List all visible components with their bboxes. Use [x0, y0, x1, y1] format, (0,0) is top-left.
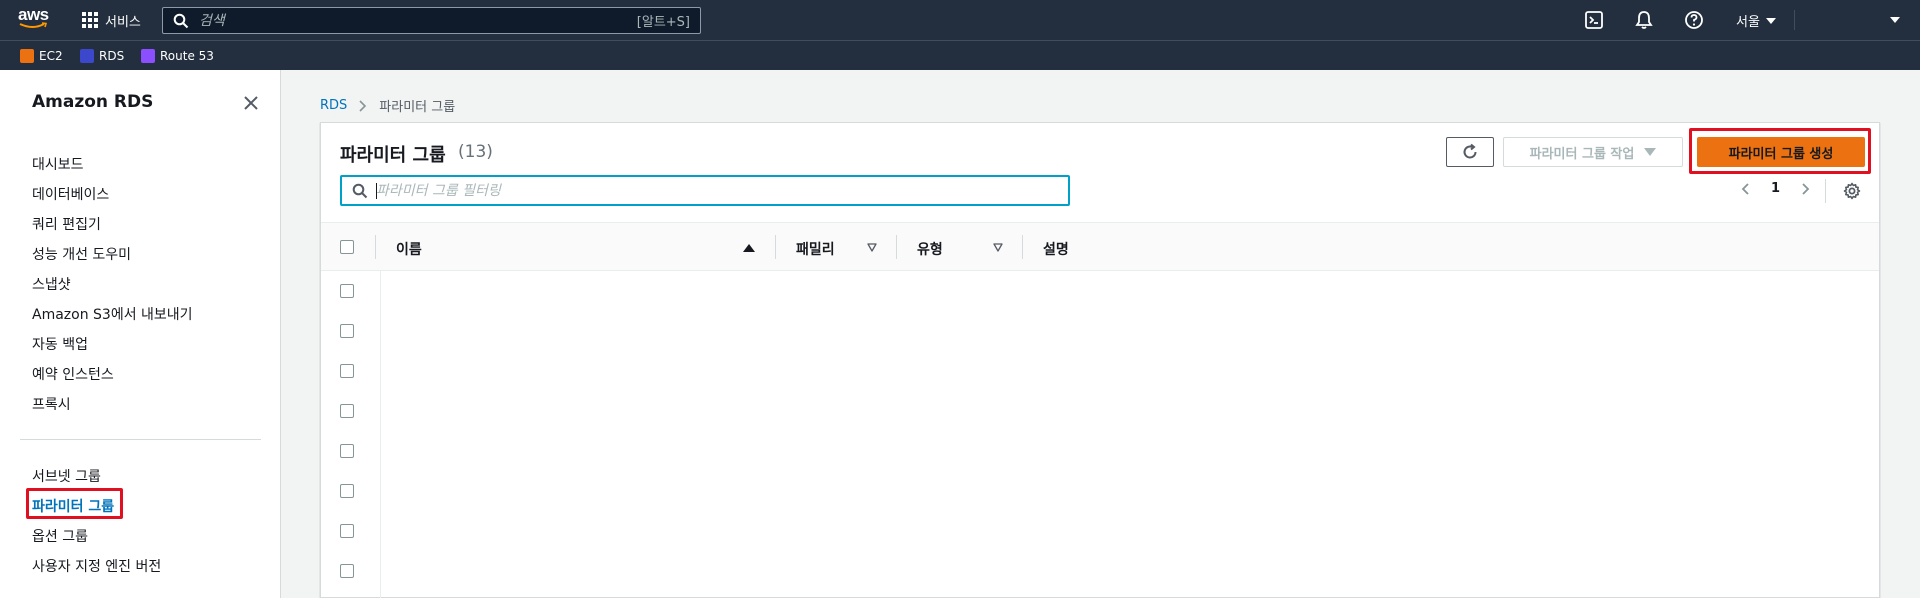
search-icon	[173, 13, 189, 28]
sort-descending-icon[interactable]	[867, 243, 877, 252]
sidebar-divider	[20, 439, 261, 440]
sort-ascending-icon[interactable]	[743, 244, 755, 252]
sidebar-item-dashboard[interactable]: 대시보드	[32, 154, 84, 174]
favorite-ec2[interactable]: EC2	[20, 49, 63, 63]
breadcrumb: RDS 파라미터 그룹	[320, 96, 455, 115]
search-shortcut-hint: [알트+S]	[636, 15, 690, 30]
help-icon[interactable]	[1684, 10, 1704, 30]
sidebar-item-exports-s3[interactable]: Amazon S3에서 내보내기	[32, 304, 193, 324]
route53-service-icon	[141, 49, 155, 63]
rds-service-icon	[80, 49, 94, 63]
panel-count: (13)	[458, 142, 493, 162]
refresh-button[interactable]	[1446, 137, 1494, 167]
row-checkbox[interactable]	[340, 364, 354, 378]
column-header-description[interactable]: 설명	[1043, 239, 1069, 259]
sidebar-item-option-groups[interactable]: 옵션 그룹	[32, 526, 88, 546]
column-separator	[775, 235, 776, 259]
close-icon[interactable]	[242, 94, 260, 112]
chevron-right-icon	[359, 99, 367, 112]
panel-title: 파라미터 그룹	[340, 145, 446, 166]
row-checkbox[interactable]	[340, 484, 354, 498]
global-search-input[interactable]	[199, 12, 637, 29]
create-label: 파라미터 그룹 생성	[1728, 146, 1834, 162]
favorite-route53[interactable]: Route 53	[141, 49, 214, 63]
bell-icon[interactable]	[1634, 10, 1654, 30]
cloudshell-icon[interactable]	[1584, 10, 1604, 30]
text-cursor	[376, 183, 377, 199]
parameter-groups-panel: 파라미터 그룹 (13) 파라미터 그룹 작업 파라미터 그룹 생성 1	[320, 122, 1880, 598]
favorites-bar: EC2 RDS Route 53	[0, 40, 1920, 70]
parameter-group-filter[interactable]	[340, 175, 1070, 206]
breadcrumb-current: 파라미터 그룹	[379, 100, 456, 115]
ec2-service-icon	[20, 49, 34, 63]
sidebar-item-proxies[interactable]: 프록시	[32, 394, 71, 414]
sort-descending-icon[interactable]	[993, 243, 1003, 252]
table-header: 이름 패밀리 유형 설명	[321, 222, 1879, 271]
row-checkbox[interactable]	[340, 404, 354, 418]
column-header-name[interactable]: 이름	[396, 239, 422, 259]
pager-divider	[1825, 179, 1826, 203]
services-menu-button[interactable]: 서비스	[82, 10, 141, 30]
aws-logo-text: aws	[18, 5, 49, 24]
grid-icon	[82, 12, 98, 28]
region-label: 서울	[1736, 15, 1760, 30]
sidebar-item-automated-backups[interactable]: 자동 백업	[32, 334, 88, 354]
sidebar-item-custom-engine-versions[interactable]: 사용자 지정 엔진 버전	[32, 556, 161, 576]
column-separator	[896, 235, 897, 259]
sidebar-item-parameter-groups[interactable]: 파라미터 그룹	[32, 496, 114, 516]
caret-down-icon	[1765, 17, 1776, 24]
top-navigation: aws 서비스 [알트+S] 서울	[0, 0, 1920, 40]
favorite-label: RDS	[99, 49, 125, 63]
actions-label: 파라미터 그룹 작업	[1529, 146, 1635, 162]
row-checkbox[interactable]	[340, 524, 354, 538]
favorite-label: EC2	[39, 49, 63, 63]
pagination: 1	[1739, 181, 1812, 196]
current-page-number[interactable]: 1	[1771, 181, 1780, 196]
sidebar-item-databases[interactable]: 데이터베이스	[32, 184, 109, 204]
row-checkbox[interactable]	[340, 564, 354, 578]
aws-logo[interactable]: aws	[18, 6, 52, 34]
search-icon	[352, 183, 368, 198]
breadcrumb-rds-link[interactable]: RDS	[320, 98, 347, 113]
global-search[interactable]: [알트+S]	[162, 7, 701, 34]
caret-down-icon	[1644, 148, 1657, 156]
nav-divider	[1794, 10, 1795, 30]
create-parameter-group-button[interactable]: 파라미터 그룹 생성	[1697, 137, 1865, 167]
filter-input[interactable]	[376, 182, 1068, 199]
region-selector[interactable]: 서울	[1736, 11, 1776, 30]
sidebar: Amazon RDS 대시보드 데이터베이스 쿼리 편집기 성능 개선 도우미 …	[0, 70, 281, 598]
column-header-type[interactable]: 유형	[917, 239, 943, 259]
table-body	[321, 271, 381, 598]
row-checkbox[interactable]	[340, 284, 354, 298]
favorite-rds[interactable]: RDS	[80, 49, 124, 63]
favorite-label: Route 53	[160, 49, 214, 63]
refresh-icon	[1463, 143, 1477, 159]
sidebar-item-reserved-instances[interactable]: 예약 인스턴스	[32, 364, 114, 384]
gear-icon[interactable]	[1843, 182, 1861, 200]
column-separator	[375, 235, 376, 259]
services-label: 서비스	[105, 14, 141, 30]
row-checkbox[interactable]	[340, 324, 354, 338]
chevron-right-icon[interactable]	[1798, 182, 1812, 196]
select-all-checkbox[interactable]	[340, 240, 354, 254]
sidebar-item-snapshots[interactable]: 스냅샷	[32, 274, 71, 294]
row-checkbox[interactable]	[340, 444, 354, 458]
column-header-family[interactable]: 패밀리	[796, 239, 835, 259]
parameter-group-actions-button[interactable]: 파라미터 그룹 작업	[1503, 137, 1683, 167]
sidebar-title: Amazon RDS	[32, 92, 154, 112]
sidebar-item-performance-insights[interactable]: 성능 개선 도우미	[32, 244, 131, 264]
column-separator	[1022, 235, 1023, 259]
sidebar-item-query-editor[interactable]: 쿼리 편집기	[32, 214, 101, 234]
chevron-left-icon[interactable]	[1739, 182, 1753, 196]
account-menu-caret-icon[interactable]	[1890, 17, 1900, 23]
sidebar-item-subnet-groups[interactable]: 서브넷 그룹	[32, 466, 101, 486]
